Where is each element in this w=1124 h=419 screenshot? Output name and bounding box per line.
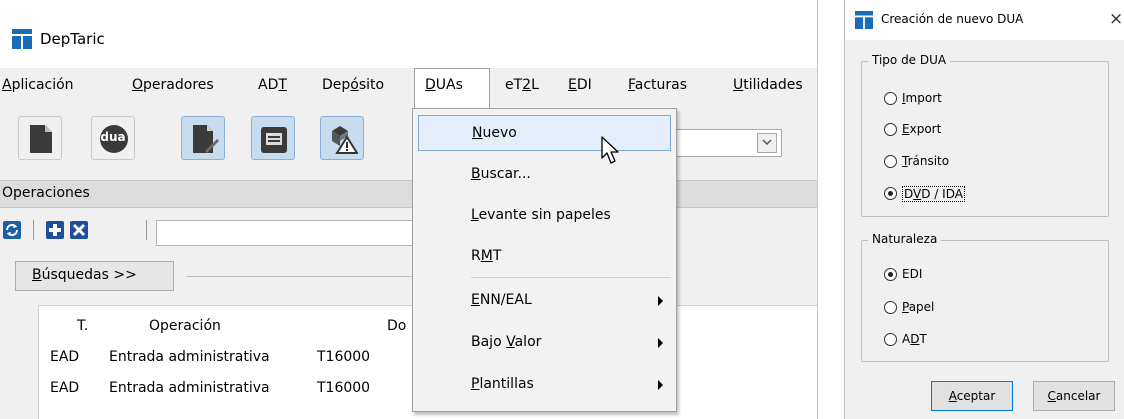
mouse-cursor-icon bbox=[601, 136, 619, 164]
menu-item-levante-sin-papeles[interactable]: Levante sin papeles bbox=[418, 198, 671, 234]
dialog-title-bar: Creación de nuevo DUA × bbox=[845, 0, 1124, 40]
manifest-icon bbox=[261, 127, 287, 153]
column-header-operacion[interactable]: Operación bbox=[149, 318, 221, 334]
radio-circle-checked bbox=[884, 268, 897, 281]
radio-circle bbox=[884, 155, 897, 168]
warning-box-button[interactable] bbox=[320, 116, 364, 160]
toolbar-separator bbox=[33, 220, 34, 240]
naturaleza-group: Naturaleza EDI Papel ADT bbox=[861, 232, 1109, 362]
app-logo-icon bbox=[855, 11, 873, 29]
duas-dropdown-menu: Nuevo Buscar... Levante sin papeles RMT … bbox=[412, 108, 677, 412]
submenu-arrow-icon bbox=[658, 380, 663, 390]
radio-circle bbox=[884, 123, 897, 136]
new-document-button[interactable] bbox=[18, 116, 62, 160]
menu-adt[interactable]: ADT bbox=[258, 77, 287, 93]
manifest-button[interactable] bbox=[251, 116, 295, 160]
cell-operation: Entrada administrativa bbox=[109, 349, 270, 365]
menu-operadores[interactable]: Operadores bbox=[132, 77, 214, 93]
column-header-t[interactable]: T. bbox=[77, 318, 88, 334]
menu-separator bbox=[471, 277, 671, 278]
menu-facturas[interactable]: Facturas bbox=[628, 77, 687, 93]
column-header-doc[interactable]: Do bbox=[387, 318, 406, 334]
menu-utilidades[interactable]: Utilidades bbox=[733, 77, 803, 93]
dialog-title: Creación de nuevo DUA bbox=[881, 12, 1024, 26]
title-bar: DepTaric bbox=[0, 0, 817, 68]
naturaleza-legend: Naturaleza bbox=[868, 232, 942, 246]
menu-et2l[interactable]: eT2L bbox=[505, 77, 539, 93]
app-title: DepTaric bbox=[40, 30, 105, 48]
cell-type: EAD bbox=[50, 349, 80, 365]
tipo-dua-legend: Tipo de DUA bbox=[868, 53, 951, 67]
operations-header: Operaciones bbox=[0, 180, 817, 208]
chevron-down-icon[interactable] bbox=[757, 133, 777, 153]
menu-deposito[interactable]: Depósito bbox=[322, 77, 384, 93]
dua-button[interactable]: dua bbox=[91, 116, 135, 160]
menu-item-plantillas[interactable]: Plantillas bbox=[418, 367, 671, 403]
document-edit-icon bbox=[193, 125, 219, 153]
menu-bar: Aplicación Operadores ADT Depósito DUAs … bbox=[0, 68, 817, 109]
radio-circle bbox=[884, 333, 897, 346]
app-logo-icon bbox=[12, 29, 32, 49]
menu-item-buscar[interactable]: Buscar... bbox=[418, 157, 671, 193]
tipo-dua-group: Tipo de DUA Import Export Tránsito DVD /… bbox=[861, 53, 1109, 217]
cell-type: EAD bbox=[50, 380, 80, 396]
submenu-arrow-icon bbox=[658, 296, 663, 306]
submenu-arrow-icon bbox=[658, 338, 663, 348]
menu-edi[interactable]: EDI bbox=[568, 77, 592, 93]
cell-document: T16000 bbox=[317, 380, 371, 396]
cell-operation: Entrada administrativa bbox=[109, 380, 270, 396]
menu-aplicacion[interactable]: Aplicación bbox=[2, 77, 74, 93]
add-icon[interactable] bbox=[46, 221, 64, 239]
close-icon[interactable]: × bbox=[1109, 9, 1123, 29]
refresh-icon[interactable] bbox=[3, 221, 21, 239]
menu-item-enn-eal[interactable]: ENN/EAL bbox=[418, 283, 671, 319]
operations-search-input[interactable] bbox=[156, 220, 416, 246]
menu-item-rmt[interactable]: RMT bbox=[418, 239, 671, 275]
radio-circle-checked bbox=[884, 187, 897, 200]
menu-duas[interactable]: DUAs bbox=[425, 77, 463, 93]
cancel-button[interactable]: Cancelar bbox=[1033, 381, 1115, 411]
delete-icon[interactable] bbox=[70, 221, 88, 239]
menu-item-bajo-valor[interactable]: Bajo Valor bbox=[418, 325, 671, 361]
document-edit-button[interactable] bbox=[181, 116, 225, 160]
busquedas-divider bbox=[186, 276, 414, 277]
accept-button[interactable]: Aceptar bbox=[931, 381, 1013, 411]
busquedas-button[interactable]: Búsquedas >> bbox=[15, 261, 174, 291]
toolbar-combo[interactable] bbox=[672, 129, 782, 157]
new-dua-dialog: Creación de nuevo DUA × Tipo de DUA Impo… bbox=[844, 0, 1124, 419]
radio-circle bbox=[884, 92, 897, 105]
cell-document: T16000 bbox=[317, 349, 371, 365]
operations-title: Operaciones bbox=[2, 185, 90, 201]
toolbar-separator bbox=[146, 220, 147, 240]
radio-circle bbox=[884, 301, 897, 314]
menu-item-nuevo[interactable]: Nuevo bbox=[418, 115, 671, 151]
main-window: DepTaric Aplicación Operadores ADT Depós… bbox=[0, 0, 818, 419]
dua-icon-label: dua bbox=[100, 130, 126, 144]
new-document-icon bbox=[30, 125, 52, 153]
warning-box-icon bbox=[332, 126, 358, 154]
